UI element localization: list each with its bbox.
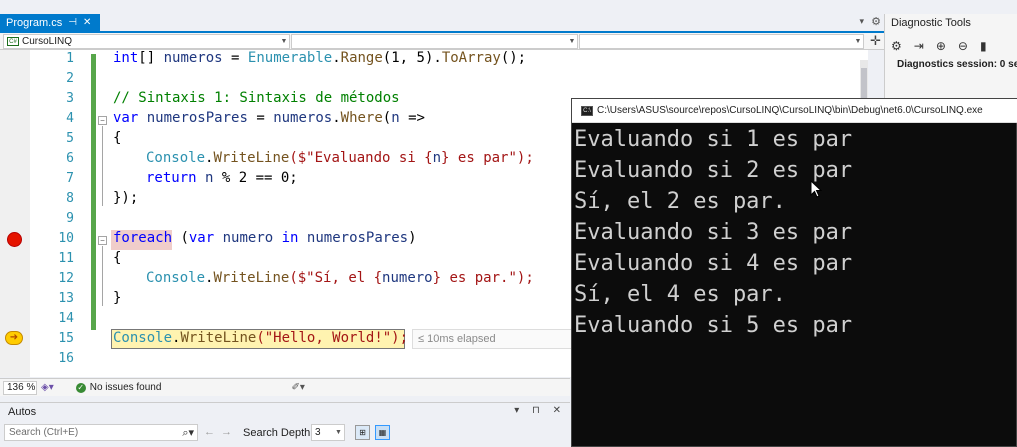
type-dropdown[interactable]: ▼	[291, 34, 578, 49]
code-line[interactable]: Console.WriteLine($"Sí, el {numero} es p…	[146, 270, 534, 286]
current-statement-arrow-icon[interactable]: ➜	[5, 331, 23, 345]
autos-window: Autos ▾ ⊓ ✕ Search (Ctrl+E) ⌕▾ ←→ Search…	[0, 402, 570, 447]
console-app-icon: C:\	[581, 105, 593, 116]
console-window[interactable]: C:\ C:\Users\ASUS\source\repos\CursoLINQ…	[571, 98, 1017, 447]
chart-icon[interactable]: ▮	[980, 39, 987, 53]
change-tracking-bar	[91, 54, 96, 330]
line-number: 2	[66, 71, 74, 86]
perf-tip-elapsed[interactable]: ≤ 10ms elapsed	[412, 329, 572, 349]
line-number: 12	[58, 271, 74, 286]
line-number: 5	[66, 131, 74, 146]
settings-gear-icon[interactable]: ⚙	[891, 39, 902, 53]
console-title-bar[interactable]: C:\ C:\Users\ASUS\source\repos\CursoLINQ…	[572, 99, 1017, 123]
project-name: CursoLINQ	[22, 36, 73, 47]
console-output-line: Sí, el 4 es par.	[574, 282, 786, 307]
code-line[interactable]: }	[113, 290, 121, 306]
line-number: 6	[66, 151, 74, 166]
search-nav-arrows-icon[interactable]: ←→	[204, 426, 238, 438]
line-number: 11	[58, 251, 74, 266]
code-line[interactable]: Console.WriteLine($"Evaluando si {n} es …	[146, 150, 534, 166]
copilot-icon[interactable]: ◈▾	[41, 382, 54, 393]
line-number: 8	[66, 191, 74, 206]
navigation-bar: C# CursoLINQ ▼ ▼ ▼ ✛	[0, 33, 884, 50]
code-line[interactable]: foreach (var numero in numerosPares)	[113, 230, 417, 246]
search-depth-value: 3	[315, 427, 321, 438]
search-placeholder: Search (Ctrl+E)	[9, 427, 79, 438]
code-line[interactable]: var numerosPares = numeros.Where(n =>	[113, 110, 425, 126]
filter-icon[interactable]: ⊞	[355, 425, 370, 440]
zoom-out-icon[interactable]: ⊖	[958, 39, 968, 53]
diagnostic-toolbar: ⚙ ⇥ ⊕ ⊖ ▮	[891, 36, 1017, 56]
zoom-in-icon[interactable]: ⊕	[936, 39, 946, 53]
console-output-line: Evaluando si 5 es par	[574, 313, 853, 338]
zoom-level: 136 %	[7, 382, 36, 393]
autos-search-input[interactable]: Search (Ctrl+E) ⌕▾	[4, 424, 198, 441]
code-line[interactable]: });	[113, 190, 138, 206]
indicator-margin[interactable]	[0, 50, 30, 377]
search-icon[interactable]: ⌕▾	[182, 426, 197, 440]
project-dropdown[interactable]: C# CursoLINQ ▼	[3, 34, 290, 49]
console-title: C:\Users\ASUS\source\repos\CursoLINQ\Cur…	[597, 105, 983, 116]
console-output-line: Evaluando si 1 es par	[574, 127, 853, 152]
chevron-down-icon: ▼	[280, 38, 288, 45]
mouse-cursor-icon	[810, 180, 822, 198]
chevron-down-icon: ▼	[568, 38, 576, 45]
breakpoint-icon[interactable]	[7, 232, 22, 247]
diagnostics-session: Diagnostics session: 0 seconds	[897, 59, 1017, 70]
settings-gear-icon[interactable]: ⚙	[871, 15, 881, 28]
line-number: 3	[66, 91, 74, 106]
member-dropdown[interactable]: ▼	[579, 34, 864, 49]
console-output-line: Evaluando si 4 es par	[574, 251, 853, 276]
line-number: 13	[58, 291, 74, 306]
line-number: 4	[66, 111, 74, 126]
export-icon[interactable]: ⇥	[914, 39, 924, 53]
code-line[interactable]: {	[113, 130, 121, 146]
collapse-toggle[interactable]: −	[98, 236, 107, 245]
collapse-toggle[interactable]: −	[98, 116, 107, 125]
close-icon[interactable]: ✕	[83, 17, 91, 28]
line-number: 10	[58, 231, 74, 246]
chevron-down-icon: ▼	[854, 38, 862, 45]
fold-guide	[102, 126, 103, 206]
fold-guide	[102, 246, 103, 306]
tab-program-cs[interactable]: Program.cs ⊣ ✕	[0, 14, 100, 31]
tab-list-dropdown-icon[interactable]: ▾	[859, 16, 864, 27]
pin-icon[interactable]: ⊣	[68, 17, 77, 28]
editor-status-bar: 136 % ◈▾ ✓ No issues found ✐▾	[0, 378, 570, 396]
line-number: 9	[66, 211, 74, 226]
search-depth-label: Search Depth:	[243, 427, 314, 439]
chevron-down-icon: ▼	[335, 429, 342, 436]
line-number: 7	[66, 171, 74, 186]
code-comment[interactable]: // Sintaxis 1: Sintaxis de métodos	[113, 90, 400, 106]
autos-title: Autos	[8, 406, 37, 418]
brush-icon[interactable]: ✐▾	[291, 382, 304, 393]
console-output-line: Sí, el 2 es par.	[574, 189, 786, 214]
code-line[interactable]: return n % 2 == 0;	[146, 170, 298, 186]
split-window-icon[interactable]: ✛	[870, 33, 881, 49]
search-depth-dropdown[interactable]: 3 ▼	[311, 424, 345, 441]
line-number: 15	[58, 331, 74, 346]
line-number: 1	[66, 51, 74, 66]
console-output-line: Evaluando si 3 es par	[574, 220, 853, 245]
line-number: 16	[58, 351, 74, 366]
issues-status[interactable]: No issues found	[90, 382, 162, 393]
zoom-dropdown[interactable]: 136 %	[3, 380, 37, 395]
check-circle-icon: ✓	[75, 382, 86, 393]
tab-title: Program.cs	[6, 16, 63, 29]
columns-icon[interactable]: ▦	[375, 425, 390, 440]
code-line[interactable]: {	[113, 250, 121, 266]
line-number: 14	[58, 311, 74, 326]
window-controls[interactable]: ▾ ⊓ ✕	[514, 405, 566, 416]
diagnostic-tools-title: Diagnostic Tools	[891, 17, 971, 29]
current-code-line[interactable]: Console.WriteLine("Hello, World!");	[113, 330, 408, 346]
code-line[interactable]: int[] numeros = Enumerable.Range(1, 5).T…	[113, 50, 526, 66]
document-tab-strip: Program.cs ⊣ ✕ ▾ ⚙	[0, 14, 884, 33]
csharp-project-icon: C#	[7, 37, 19, 46]
